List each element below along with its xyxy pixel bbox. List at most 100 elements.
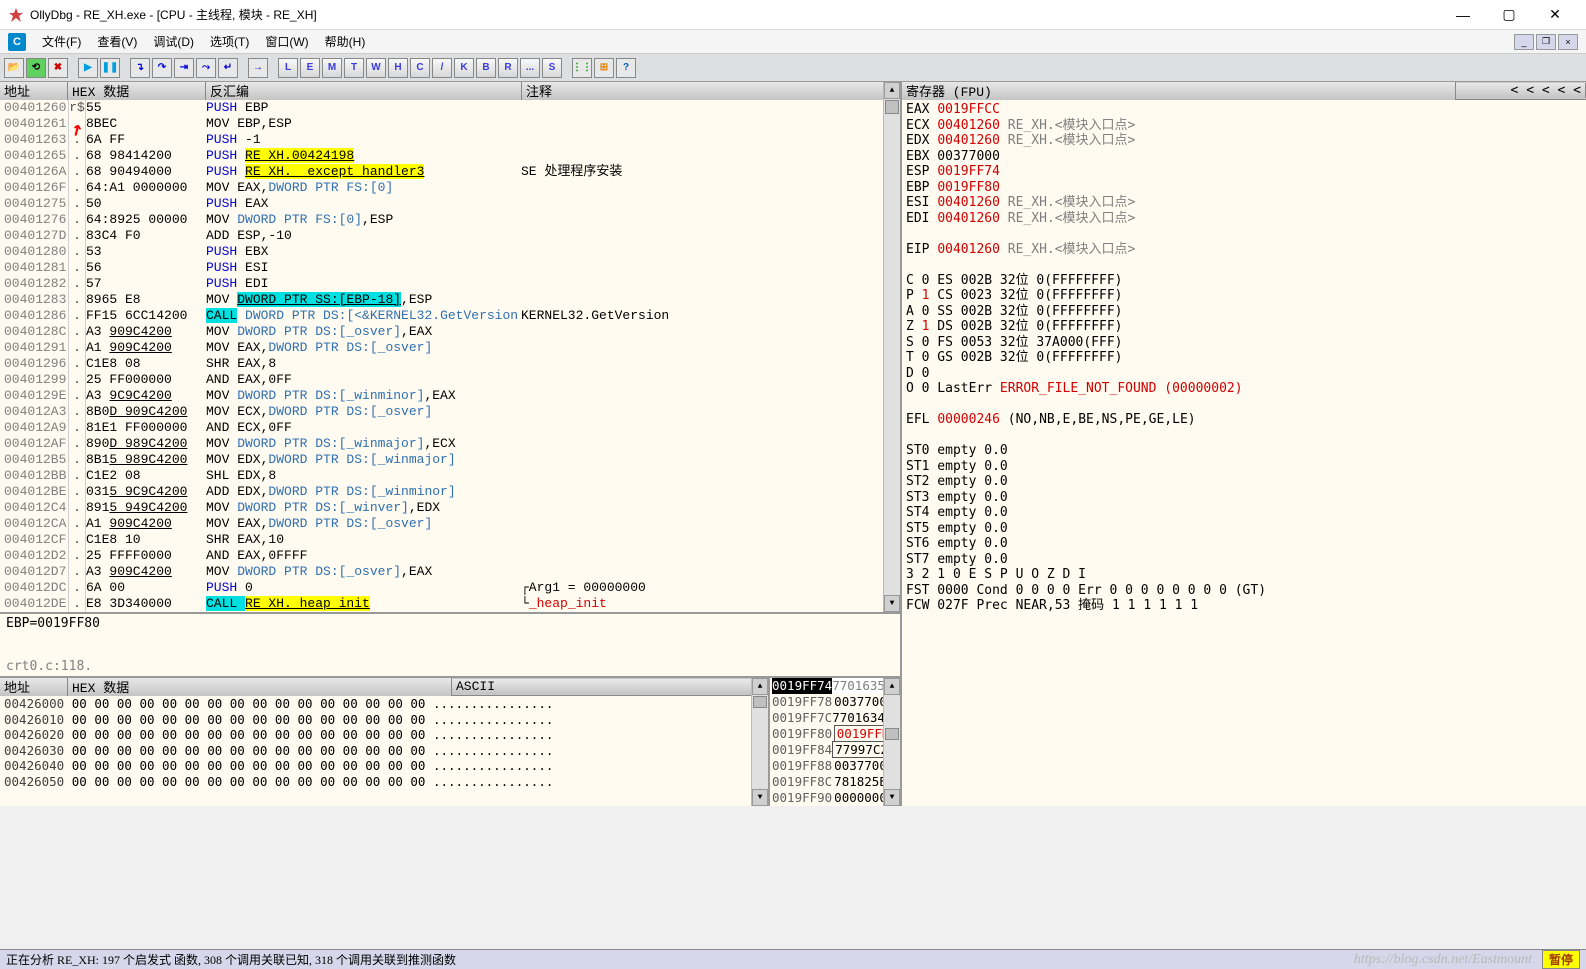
- disasm-row[interactable]: 004012BE.0315 9C9C4200ADD EDX,DWORD PTR …: [0, 484, 900, 500]
- regs-title[interactable]: 寄存器 (FPU): [902, 82, 1456, 100]
- stack-row[interactable]: 0019FF8800377000: [772, 758, 900, 774]
- stack-scroll-down[interactable]: ▼: [884, 789, 900, 806]
- tool-source[interactable]: S: [542, 58, 562, 78]
- disasm-row[interactable]: 00401276.64:8925 00000MOV DWORD PTR FS:[…: [0, 212, 900, 228]
- reg-line[interactable]: [906, 257, 1582, 273]
- reg-line[interactable]: S 0 FS 0053 32位 37A000(FFF): [906, 335, 1582, 351]
- dump-row[interactable]: 00426020 00 00 00 00 00 00 00 00 00 00 0…: [4, 727, 768, 743]
- tool-trace-into[interactable]: ⇥: [174, 58, 194, 78]
- disasm-row[interactable]: 004012C4.8915 949C4200MOV DWORD PTR DS:[…: [0, 500, 900, 516]
- disasm-row[interactable]: 00401280.53PUSH EBX: [0, 244, 900, 260]
- tool-references[interactable]: R: [498, 58, 518, 78]
- stack-row[interactable]: 0019FF7800377000: [772, 694, 900, 710]
- disasm-row[interactable]: 004012CA.A1 909C4200MOV EAX,DWORD PTR DS…: [0, 516, 900, 532]
- reg-line[interactable]: EDX 00401260 RE_XH.<模块入口点>: [906, 133, 1582, 149]
- reg-line[interactable]: ST4 empty 0.0: [906, 505, 1582, 521]
- reg-line[interactable]: ST1 empty 0.0: [906, 459, 1582, 475]
- scroll-down[interactable]: ▼: [884, 595, 900, 612]
- disasm-row[interactable]: 00401291.A1 909C4200MOV EAX,DWORD PTR DS…: [0, 340, 900, 356]
- col-disasm[interactable]: 反汇编: [206, 82, 522, 100]
- disasm-row[interactable]: 004012A3.8B0D 909C4200MOV ECX,DWORD PTR …: [0, 404, 900, 420]
- disasm-row[interactable]: 004012AF.890D 989C4200MOV DWORD PTR DS:[…: [0, 436, 900, 452]
- regs-nav[interactable]: < < < < <: [1456, 83, 1586, 98]
- disasm-row[interactable]: 00401260r$55PUSH EBP: [0, 100, 900, 116]
- reg-line[interactable]: ECX 00401260 RE_XH.<模块入口点>: [906, 118, 1582, 134]
- close-button[interactable]: ✕: [1532, 1, 1578, 29]
- stack-row[interactable]: 0019FF9000000000: [772, 790, 900, 806]
- menu-help[interactable]: 帮助(H): [317, 31, 374, 52]
- tool-breakpoints[interactable]: B: [476, 58, 496, 78]
- tool-handles[interactable]: H: [388, 58, 408, 78]
- reg-line[interactable]: T 0 GS 002B 32位 0(FFFFFFFF): [906, 350, 1582, 366]
- scroll-thumb[interactable]: [885, 100, 899, 114]
- stack-row[interactable]: 0019FF7C77016340KERNEL32.BaseThreadInitT…: [772, 710, 900, 726]
- reg-line[interactable]: P 1 CS 0023 32位 0(FFFFFFFF): [906, 288, 1582, 304]
- reg-line[interactable]: EAX 0019FFCC: [906, 102, 1582, 118]
- dump-scrollbar[interactable]: ▲ ▼: [751, 678, 768, 806]
- stack-row[interactable]: 0019FF7477016359返回到 KERNEL32.77016359: [772, 678, 900, 694]
- reg-line[interactable]: A 0 SS 002B 32位 0(FFFFFFFF): [906, 304, 1582, 320]
- reg-line[interactable]: EBX 00377000: [906, 149, 1582, 165]
- registers-pane[interactable]: 寄存器 (FPU) < < < < < EAX 0019FFCCECX 0040…: [902, 82, 1586, 806]
- dump-row[interactable]: 00426050 00 00 00 00 00 00 00 00 00 00 0…: [4, 774, 768, 790]
- tool-patches[interactable]: /: [432, 58, 452, 78]
- reg-line[interactable]: C 0 ES 002B 32位 0(FFFFFFFF): [906, 273, 1582, 289]
- disassembly-pane[interactable]: 地址 HEX 数据 反汇编 注释 ↗ 00401260r$55PUSH EBP0…: [0, 82, 900, 614]
- menu-view[interactable]: 查看(V): [89, 31, 145, 52]
- reg-line[interactable]: FCW 027F Prec NEAR,53 掩码 1 1 1 1 1 1: [906, 598, 1582, 614]
- mdi-minimize[interactable]: _: [1514, 34, 1534, 50]
- disasm-row[interactable]: 00401275.50PUSH EAX: [0, 196, 900, 212]
- stack-scroll-up[interactable]: ▲: [884, 678, 900, 695]
- tool-memory[interactable]: M: [322, 58, 342, 78]
- disasm-row[interactable]: 0040126F.64:A1 0000000MOV EAX,DWORD PTR …: [0, 180, 900, 196]
- reg-line[interactable]: O 0 LastErr ERROR_FILE_NOT_FOUND (000000…: [906, 381, 1582, 397]
- disasm-row[interactable]: 0040129E.A3 9C9C4200MOV DWORD PTR DS:[_w…: [0, 388, 900, 404]
- tool-modules[interactable]: E: [300, 58, 320, 78]
- tool-open[interactable]: 📂: [4, 58, 24, 78]
- col-address[interactable]: 地址: [0, 82, 68, 100]
- disasm-row[interactable]: 00401296.C1E8 08SHR EAX,8: [0, 356, 900, 372]
- tool-step-over[interactable]: ↷: [152, 58, 172, 78]
- mdi-close[interactable]: ×: [1558, 34, 1578, 50]
- dump-row[interactable]: 00426030 00 00 00 00 00 00 00 00 00 00 0…: [4, 743, 768, 759]
- col-comment[interactable]: 注释: [522, 82, 900, 100]
- tool-pause[interactable]: ❚❚: [100, 58, 120, 78]
- tool-restart[interactable]: ⟲: [26, 58, 46, 78]
- dump-scroll-up[interactable]: ▲: [752, 678, 768, 695]
- disasm-row[interactable]: 00401281.56PUSH ESI: [0, 260, 900, 276]
- reg-line[interactable]: ST6 empty 0.0: [906, 536, 1582, 552]
- col-hex[interactable]: HEX 数据: [68, 82, 206, 100]
- tool-trace-over[interactable]: ⤳: [196, 58, 216, 78]
- reg-line[interactable]: [906, 397, 1582, 413]
- scroll-up[interactable]: ▲: [884, 82, 900, 99]
- reg-line[interactable]: [906, 226, 1582, 242]
- tool-threads[interactable]: T: [344, 58, 364, 78]
- disasm-row[interactable]: 004012B5.8B15 989C4200MOV EDX,DWORD PTR …: [0, 452, 900, 468]
- tool-cpu[interactable]: C: [410, 58, 430, 78]
- tool-help[interactable]: ?: [616, 58, 636, 78]
- stack-pane[interactable]: 0019FF7477016359返回到 KERNEL32.77016359001…: [770, 678, 900, 806]
- disasm-row[interactable]: 0040128C.A3 909C4200MOV DWORD PTR DS:[_o…: [0, 324, 900, 340]
- disasm-row[interactable]: 004012DC.6A 00PUSH 0┌Arg1 = 00000000: [0, 580, 900, 596]
- menu-file[interactable]: 文件(F): [34, 31, 89, 52]
- dump-row[interactable]: 00426010 00 00 00 00 00 00 00 00 00 00 0…: [4, 712, 768, 728]
- tool-goto[interactable]: →: [248, 58, 268, 78]
- reg-line[interactable]: ST2 empty 0.0: [906, 474, 1582, 490]
- reg-line[interactable]: ESI 00401260 RE_XH.<模块入口点>: [906, 195, 1582, 211]
- reg-line[interactable]: EDI 00401260 RE_XH.<模块入口点>: [906, 211, 1582, 227]
- reg-line[interactable]: ST0 empty 0.0: [906, 443, 1582, 459]
- minimize-button[interactable]: —: [1440, 1, 1486, 29]
- tool-run[interactable]: ▶: [78, 58, 98, 78]
- regs-body[interactable]: EAX 0019FFCCECX 00401260 RE_XH.<模块入口点>ED…: [902, 100, 1586, 806]
- disasm-body[interactable]: ↗ 00401260r$55PUSH EBP00401261.8BECMOV E…: [0, 100, 900, 612]
- stack-row[interactable]: 0019FF8477997C24返回到 ntdll.77997C24: [772, 742, 900, 758]
- disasm-row[interactable]: 00401282.57PUSH EDI: [0, 276, 900, 292]
- disasm-row[interactable]: 00401299.25 FF000000AND EAX,0FF: [0, 372, 900, 388]
- disasm-row[interactable]: 00401261.8BECMOV EBP,ESP: [0, 116, 900, 132]
- disasm-row[interactable]: 004012D7.A3 909C4200MOV DWORD PTR DS:[_o…: [0, 564, 900, 580]
- disasm-row[interactable]: 004012D2.25 FFFF0000AND EAX,0FFFF: [0, 548, 900, 564]
- reg-line[interactable]: EBP 0019FF80: [906, 180, 1582, 196]
- maximize-button[interactable]: ▢: [1486, 1, 1532, 29]
- menu-options[interactable]: 选项(T): [202, 31, 257, 52]
- reg-line[interactable]: ESP 0019FF74: [906, 164, 1582, 180]
